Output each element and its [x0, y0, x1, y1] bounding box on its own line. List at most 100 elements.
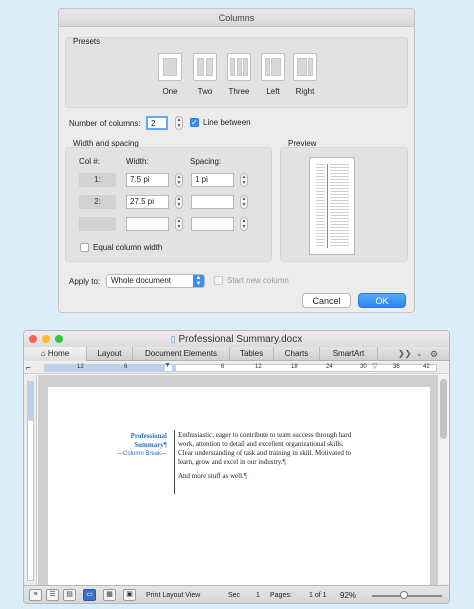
number-of-columns-input[interactable]: 2 — [146, 116, 168, 130]
document-page[interactable]: Professional Summary¶ —Column Break— Ent… — [48, 387, 430, 587]
vertical-ruler[interactable] — [24, 375, 37, 585]
spacing-header: Spacing: — [190, 157, 222, 166]
left-indent-marker-icon[interactable]: ▼ — [164, 362, 171, 369]
scrollbar-thumb[interactable] — [440, 379, 447, 439]
section-label: Sec — [228, 592, 241, 599]
body-line: Clear understanding of task and training… — [178, 449, 352, 457]
start-new-column-label: Start new column — [227, 276, 289, 285]
tab-home-label: Home — [47, 349, 70, 358]
start-new-column-checkbox[interactable] — [214, 276, 223, 285]
apply-to-select[interactable]: Whole document ▲ ▼ — [106, 274, 205, 288]
preset-label-one: One — [162, 87, 178, 96]
zoom-slider-thumb[interactable] — [400, 591, 408, 599]
spacing-stepper-2[interactable]: ▲ ▼ — [240, 195, 248, 209]
tab-smartart[interactable]: SmartArt — [320, 347, 378, 361]
apply-to-label: Apply to: — [69, 277, 101, 286]
pilcrow-mark: ¶ — [282, 458, 286, 466]
line-between-checkbox[interactable]: ✓ — [190, 118, 199, 127]
focus-view-button[interactable]: ▣ — [123, 589, 136, 601]
right-indent-marker-icon[interactable]: ▽ — [372, 362, 377, 370]
body-line: learn, grow and excel in our industry.¶ — [178, 458, 398, 467]
vertical-scrollbar[interactable] — [437, 375, 449, 585]
ruler-number: 6 — [124, 364, 128, 370]
word-window: ▯ Professional Summary.docx ⌂ Home Layou… — [23, 330, 450, 604]
notebook-view-button[interactable]: ▦ — [103, 589, 116, 601]
body-line: work, attention to detail and excellent … — [178, 440, 344, 448]
width-stepper-3[interactable]: ▲ ▼ — [175, 217, 183, 231]
heading-line-1: Professional — [130, 432, 167, 440]
view-name-label: Print Layout View — [146, 592, 201, 599]
spacing-input-3[interactable] — [191, 217, 234, 231]
chevron-updown-icon: ▲ ▼ — [193, 275, 204, 287]
width-header: Width: — [126, 157, 149, 166]
tab-home[interactable]: ⌂ Home — [24, 347, 87, 361]
spacing-stepper-1[interactable]: ▲ ▼ — [240, 173, 248, 187]
chevron-down-icon[interactable]: ⌄ — [416, 347, 423, 361]
apply-to-value: Whole document — [111, 276, 172, 285]
width-input-3[interactable] — [126, 217, 169, 231]
zoom-window-button[interactable] — [55, 335, 63, 343]
draft-view-button[interactable]: ≡ — [29, 589, 42, 601]
minimize-window-button[interactable] — [42, 335, 50, 343]
spacing-input-2[interactable] — [191, 195, 234, 209]
outline-view-button[interactable]: ☰ — [46, 589, 59, 601]
more-text: And more stuff as well. — [178, 472, 244, 480]
dialog-title: Columns — [59, 9, 414, 27]
ok-button[interactable]: OK — [358, 293, 406, 308]
width-stepper-1[interactable]: ▲ ▼ — [175, 173, 183, 187]
ruler-column-gap — [172, 364, 176, 372]
print-layout-view-button[interactable]: ▭ — [83, 589, 96, 601]
preset-label-two: Two — [197, 87, 213, 96]
ruler-number: 42 — [423, 364, 430, 370]
ribbon-tabs: ⌂ Home Layout Document Elements Tables C… — [24, 347, 449, 361]
tab-document-elements[interactable]: Document Elements — [133, 347, 230, 361]
body-paragraph: Enthusiastic, eager to contribute to tea… — [178, 431, 398, 481]
width-input-2[interactable]: 27.5 pi — [126, 195, 169, 209]
spacing-stepper-3[interactable]: ▲ ▼ — [240, 217, 248, 231]
spacing-input-1[interactable]: 1 pi — [191, 173, 234, 187]
tab-stop-selector-icon[interactable]: ⌐ — [26, 362, 31, 374]
pilcrow-mark: ¶ — [243, 472, 247, 480]
number-of-columns-label: Number of columns: — [69, 119, 141, 128]
home-icon: ⌂ — [40, 349, 46, 358]
horizontal-ruler[interactable]: ⌐ 12 6 6 12 18 24 30 36 42 ▼ ▽ — [24, 362, 449, 374]
pilcrow-mark: ¶ — [163, 441, 167, 449]
equal-column-width-checkbox[interactable] — [80, 243, 89, 252]
document-icon: ▯ — [170, 334, 176, 344]
preset-three[interactable] — [227, 53, 251, 81]
tab-tables[interactable]: Tables — [230, 347, 274, 361]
ruler-margin-shade — [44, 364, 165, 372]
col-number-3 — [79, 217, 116, 231]
pages-value: 1 of 1 — [309, 592, 327, 599]
number-of-columns-stepper[interactable]: ▲ ▼ — [175, 116, 183, 130]
body-line: Enthusiastic, eager to contribute to tea… — [178, 431, 352, 439]
line-between-label: Line between — [203, 118, 251, 127]
ruler-number: 12 — [77, 364, 84, 370]
col-number-2: 2: — [79, 195, 116, 209]
preset-right[interactable] — [293, 53, 317, 81]
preset-two[interactable] — [193, 53, 217, 81]
preset-label-three: Three — [228, 87, 250, 96]
ruler-number: 36 — [393, 364, 400, 370]
body-line-more: And more stuff as well.¶ — [178, 472, 398, 481]
column-break-label: Column Break — [122, 451, 161, 457]
width-stepper-2[interactable]: ▲ ▼ — [175, 195, 183, 209]
tab-layout[interactable]: Layout — [87, 347, 133, 361]
gear-icon[interactable]: ⚙ — [430, 347, 438, 361]
ruler-number: 6 — [221, 364, 225, 370]
width-input-1[interactable]: 7.5 pi — [126, 173, 169, 187]
heading-line-2: Summary — [134, 441, 164, 449]
tab-charts[interactable]: Charts — [274, 347, 320, 361]
document-canvas: Professional Summary¶ —Column Break— Ent… — [38, 375, 438, 587]
preset-left[interactable] — [261, 53, 285, 81]
preset-label-left: Left — [266, 87, 280, 96]
column-divider-line — [174, 430, 175, 494]
cancel-button[interactable]: Cancel — [302, 293, 351, 308]
status-bar: ≡ ☰ ▤ ▭ ▦ ▣ Print Layout View Sec 1 Page… — [24, 585, 449, 603]
publishing-view-button[interactable]: ▤ — [63, 589, 76, 601]
column-break-mark: —Column Break— — [116, 451, 167, 457]
preset-one[interactable] — [158, 53, 182, 81]
zoom-level: 92% — [340, 591, 357, 600]
more-tabs-icon[interactable]: ❯❯ — [398, 347, 411, 361]
close-window-button[interactable] — [29, 335, 37, 343]
